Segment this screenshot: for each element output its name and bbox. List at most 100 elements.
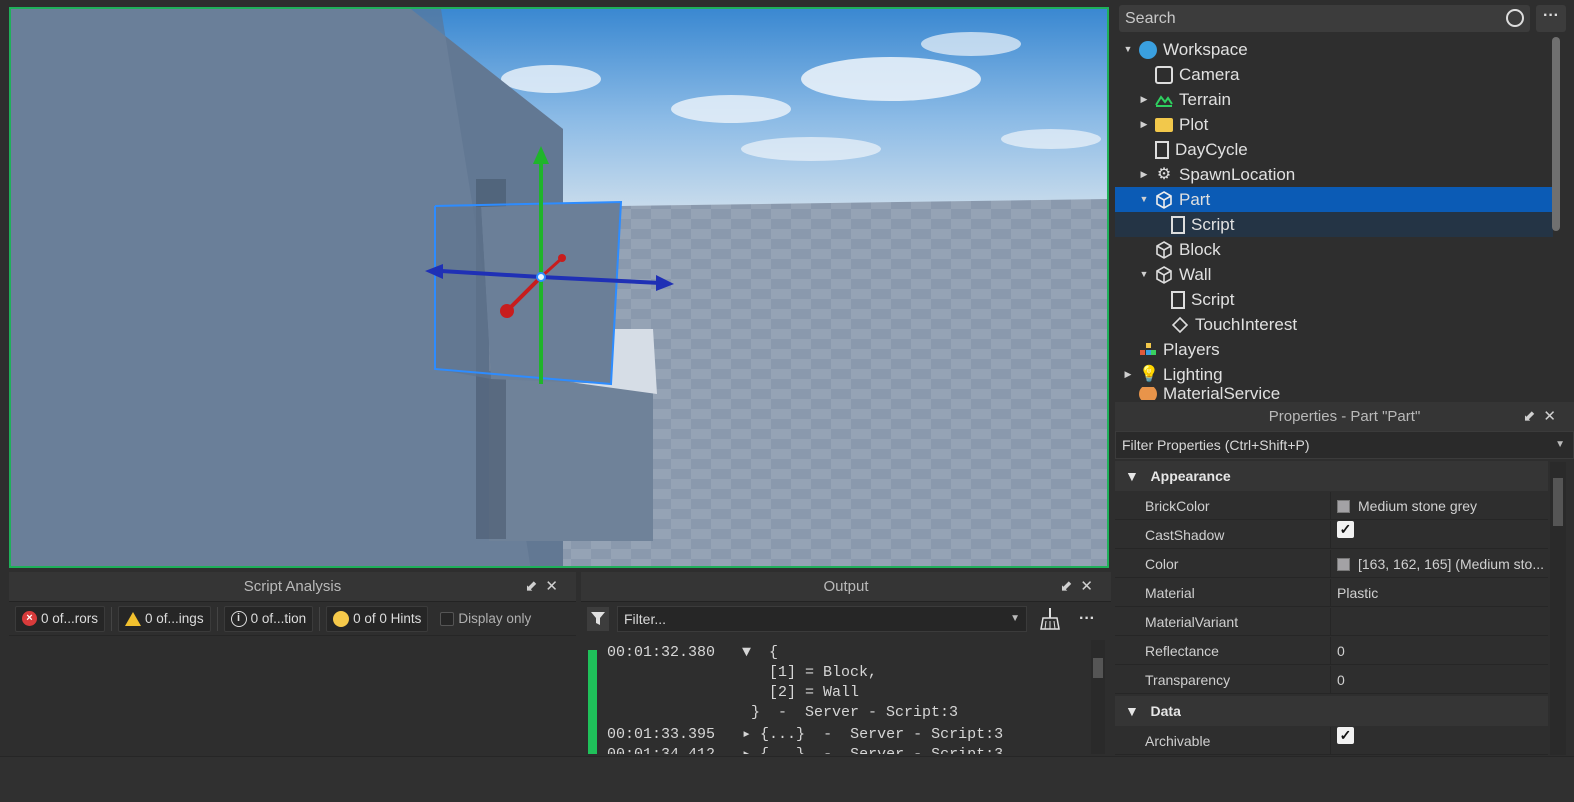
script-icon: [1171, 215, 1185, 234]
script-analysis-header: Script Analysis ⬋✕: [9, 572, 576, 602]
properties-scrollbar[interactable]: [1550, 462, 1566, 755]
properties-header: Properties - Part "Part" ⬋✕: [1115, 402, 1574, 431]
tree-item-label: Camera: [1179, 65, 1240, 84]
castshadow-checkbox[interactable]: ✓: [1337, 521, 1354, 538]
warnings-filter-button[interactable]: 0 of...ings: [118, 605, 211, 632]
undock-icon[interactable]: ⬋: [1523, 408, 1544, 425]
tree-item-label: Block: [1179, 240, 1221, 259]
collapsed-arrow-icon[interactable]: ▶: [1139, 112, 1149, 137]
tree-item-part-selected[interactable]: ▼ Part: [1115, 187, 1553, 212]
property-row-reflectance[interactable]: Reflectance 0: [1115, 637, 1548, 665]
properties-filter-input[interactable]: Filter Properties (Ctrl+Shift+P) ▼: [1115, 431, 1574, 459]
expanded-arrow-icon[interactable]: ▼: [1139, 187, 1149, 212]
close-icon[interactable]: ✕: [545, 578, 566, 595]
property-value: Medium stone grey: [1358, 498, 1478, 514]
information-filter-button[interactable]: i 0 of...tion: [223, 605, 314, 632]
tree-item-spawnlocation[interactable]: ▶ ⚙ SpawnLocation: [1139, 162, 1553, 187]
archivable-checkbox[interactable]: ✓: [1337, 727, 1354, 744]
property-name: Material: [1145, 585, 1195, 601]
tree-item-wall-script[interactable]: Script: [1155, 287, 1553, 312]
property-row-transparency[interactable]: Transparency 0: [1115, 666, 1548, 694]
tree-item-workspace[interactable]: ▼ Workspace: [1123, 37, 1553, 62]
scroll-thumb[interactable]: [1093, 658, 1103, 678]
divider: [111, 606, 113, 631]
close-icon[interactable]: ✕: [1080, 578, 1101, 595]
property-name: CastShadow: [1145, 527, 1225, 543]
tree-item-plot[interactable]: ▶ Plot: [1139, 112, 1553, 137]
part-icon: [1155, 240, 1173, 259]
color-swatch[interactable]: [1337, 557, 1350, 571]
properties-grid: ▼ Appearance BrickColor Medium stone gre…: [1115, 459, 1574, 755]
script-analysis-title: Script Analysis: [243, 578, 342, 595]
property-row-material[interactable]: Material Plastic: [1115, 579, 1548, 607]
errors-filter-button[interactable]: × 0 of...rors: [15, 605, 106, 632]
log-line: 00:01:32.380 ▼ {: [607, 644, 779, 661]
tree-item-terrain[interactable]: ▶ Terrain: [1139, 87, 1553, 112]
explorer-scrollbar[interactable]: [1552, 37, 1560, 231]
properties-panel: Properties - Part "Part" ⬋✕ Filter Prope…: [1115, 402, 1574, 755]
output-filter-input[interactable]: Filter... ▼: [617, 606, 1027, 632]
property-value: 0: [1337, 643, 1345, 659]
info-icon: i: [230, 610, 247, 627]
explorer-panel: Search ··· ▼ Workspace Camera ▶ Terrain …: [1115, 0, 1574, 400]
property-name: BrickColor: [1145, 498, 1210, 514]
explorer-search-placeholder: Search: [1125, 10, 1176, 27]
property-row-brickcolor[interactable]: BrickColor Medium stone grey: [1115, 492, 1548, 520]
tree-item-materialservice[interactable]: MaterialService: [1123, 387, 1553, 400]
collapsed-arrow-icon[interactable]: ▶: [1139, 87, 1149, 112]
explorer-search-input[interactable]: Search: [1119, 5, 1530, 32]
scene-render: [11, 9, 1107, 566]
tree-item-players[interactable]: Players: [1123, 337, 1553, 362]
chevron-down-icon[interactable]: ▼: [1010, 607, 1020, 631]
explorer-more-button[interactable]: ···: [1536, 5, 1566, 32]
status-bar: [0, 756, 1574, 802]
close-icon[interactable]: ✕: [1543, 408, 1564, 425]
property-name: Color: [1145, 556, 1179, 572]
material-service-icon: [1139, 387, 1157, 400]
chevron-down-icon[interactable]: ▼: [1555, 432, 1565, 458]
property-row-materialvariant[interactable]: MaterialVariant: [1115, 608, 1548, 636]
collapsed-arrow-icon[interactable]: ▶: [1139, 162, 1149, 187]
part-icon: [1155, 190, 1173, 209]
log-level-bar: [588, 650, 597, 754]
more-options-icon[interactable]: ···: [1079, 610, 1095, 628]
expanded-arrow-icon[interactable]: ▼: [1139, 262, 1149, 287]
property-name: MaterialVariant: [1145, 614, 1239, 630]
tree-item-wall[interactable]: ▼ Wall: [1139, 262, 1553, 287]
hints-filter-button[interactable]: 0 of 0 Hints: [326, 605, 429, 632]
warning-icon: [125, 611, 142, 626]
category-appearance[interactable]: ▼ Appearance: [1115, 461, 1548, 491]
scroll-thumb[interactable]: [1553, 478, 1563, 526]
tree-item-lighting[interactable]: ▶ 💡 Lighting: [1123, 362, 1553, 387]
tree-item-camera[interactable]: Camera: [1139, 62, 1553, 87]
clear-output-broom-icon[interactable]: [1035, 606, 1065, 632]
script-analysis-toolbar: × 0 of...rors 0 of...ings i 0 of...tion …: [9, 602, 576, 636]
undock-icon[interactable]: ⬋: [525, 578, 546, 595]
tree-item-block[interactable]: Block: [1139, 237, 1553, 262]
tree-item-label: Script: [1191, 215, 1235, 234]
tree-item-label: Script: [1191, 290, 1235, 309]
collapsed-arrow-icon[interactable]: ▶: [1123, 362, 1133, 387]
tree-item-label: DayCycle: [1175, 140, 1248, 159]
tree-item-touchinterest[interactable]: TouchInterest: [1155, 312, 1553, 337]
display-only-checkbox[interactable]: [440, 611, 455, 626]
expanded-arrow-icon[interactable]: ▼: [1123, 37, 1133, 62]
filter-icon[interactable]: [587, 607, 609, 631]
undock-icon[interactable]: ⬋: [1060, 578, 1081, 595]
tree-item-label: TouchInterest: [1195, 315, 1298, 334]
tree-item-part-script[interactable]: Script: [1115, 212, 1553, 237]
property-value: [163, 162, 165] (Medium sto...: [1358, 556, 1544, 572]
display-only-toggle[interactable]: Display only: [434, 606, 537, 632]
property-row-archivable[interactable]: Archivable ✓: [1115, 727, 1548, 755]
history-icon[interactable]: [1506, 9, 1524, 27]
lightbulb-icon: [333, 610, 350, 627]
output-scrollbar[interactable]: [1091, 640, 1105, 754]
property-row-castshadow[interactable]: CastShadow ✓: [1115, 521, 1548, 549]
output-title: Output: [823, 578, 869, 595]
color-swatch[interactable]: [1337, 499, 1350, 513]
property-row-color[interactable]: Color [163, 162, 165] (Medium sto...: [1115, 550, 1548, 578]
3d-viewport[interactable]: [9, 7, 1109, 568]
category-data[interactable]: ▼ Data: [1115, 696, 1548, 726]
script-icon: [1155, 140, 1169, 159]
tree-item-daycycle[interactable]: DayCycle: [1139, 137, 1553, 162]
